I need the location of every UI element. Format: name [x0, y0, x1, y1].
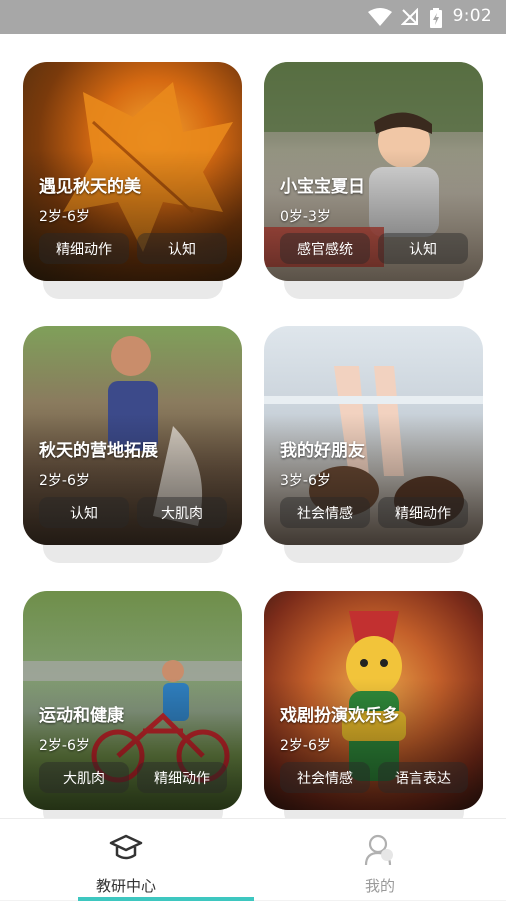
course-tag: 社会情感	[280, 497, 370, 528]
course-age-range: 2岁-6岁	[280, 738, 331, 754]
course-age-range: 3岁-6岁	[280, 473, 331, 489]
course-card[interactable]: 我的好朋友 3岁-6岁 社会情感 精细动作	[264, 326, 483, 566]
course-card[interactable]: 遇见秋天的美 2岁-6岁 精细动作 认知	[23, 62, 242, 302]
course-tag: 精细动作	[39, 233, 129, 264]
status-time: 9:02	[452, 6, 492, 26]
tab-label: 教研中心	[95, 877, 156, 895]
course-title: 遇见秋天的美	[39, 177, 141, 197]
course-tag: 感官感统	[280, 233, 370, 264]
course-title: 秋天的营地拓展	[39, 441, 158, 461]
course-age-range: 2岁-6岁	[39, 738, 90, 754]
course-tag: 大肌肉	[39, 762, 129, 793]
person-icon	[364, 834, 393, 866]
course-tag: 认知	[39, 497, 129, 528]
status-bar: 9:02	[0, 0, 506, 34]
course-tag: 大肌肉	[137, 497, 227, 528]
course-tag: 认知	[378, 233, 468, 264]
battery-charging-icon	[430, 8, 442, 28]
course-tag: 认知	[137, 233, 227, 264]
course-card[interactable]: 戏剧扮演欢乐多 2岁-6岁 社会情感 语言表达	[264, 591, 483, 831]
course-age-range: 2岁-6岁	[39, 209, 90, 225]
course-title: 小宝宝夏日	[280, 177, 365, 197]
course-title: 运动和健康	[39, 706, 124, 726]
course-tag: 社会情感	[280, 762, 370, 793]
course-title: 我的好朋友	[280, 441, 365, 461]
course-tag: 精细动作	[137, 762, 227, 793]
course-grid: 遇见秋天的美 2岁-6岁 精细动作 认知 小宝宝夏日 0岁-3岁 感官感统 认知	[0, 34, 506, 828]
wifi-icon	[368, 8, 392, 26]
tab-mine[interactable]: 我的	[320, 827, 440, 897]
course-age-range: 0岁-3岁	[280, 209, 331, 225]
course-card[interactable]: 秋天的营地拓展 2岁-6岁 认知 大肌肉	[23, 326, 242, 566]
course-tag: 精细动作	[378, 497, 468, 528]
tab-label: 我的	[364, 877, 395, 895]
tab-research-center[interactable]: 教研中心	[66, 827, 186, 897]
course-age-range: 2岁-6岁	[39, 473, 90, 489]
bottom-tab-bar: 教研中心 我的	[0, 818, 506, 901]
course-title: 戏剧扮演欢乐多	[280, 706, 399, 726]
course-tag: 语言表达	[378, 762, 468, 793]
no-signal-icon	[401, 8, 418, 25]
active-tab-indicator	[78, 897, 254, 901]
course-card[interactable]: 运动和健康 2岁-6岁 大肌肉 精细动作	[23, 591, 242, 831]
graduation-cap-icon	[109, 834, 143, 860]
course-card[interactable]: 小宝宝夏日 0岁-3岁 感官感统 认知	[264, 62, 483, 302]
